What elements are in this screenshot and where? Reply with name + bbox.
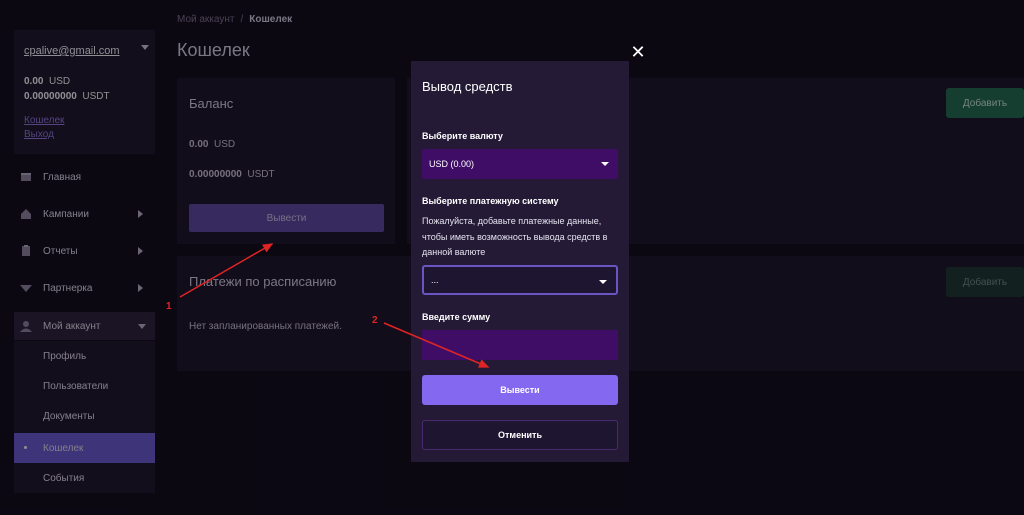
modal-title: Вывод средств [422,79,513,94]
cancel-button[interactable]: Отменить [422,420,618,450]
currency-select[interactable]: USD (0.00) [422,149,618,179]
amount-label: Введите сумму [422,312,491,322]
payment-system-label: Выберите платежную систему [422,196,559,206]
annotation-label-1: 1 [166,301,172,312]
close-icon[interactable]: ✕ [630,43,646,61]
amount-input[interactable] [422,330,618,360]
chevron-down-icon [599,280,607,284]
currency-label: Выберите валюту [422,131,503,141]
withdraw-modal: Вывод средств Выберите валюту USD (0.00)… [411,61,629,462]
annotation-label-2: 2 [372,315,378,326]
payment-system-note: Пожалуйста, добавьте платежные данные, ч… [422,216,608,257]
app-window: cpalive@gmail.com 0.00 USD 0.00000000 US… [0,0,1024,515]
currency-select-value: USD (0.00) [429,159,475,169]
payment-system-select[interactable]: ... [422,265,618,295]
chevron-down-icon [601,162,609,166]
submit-withdraw-button[interactable]: Вывести [422,375,618,405]
payment-system-select-value: ... [431,275,439,285]
